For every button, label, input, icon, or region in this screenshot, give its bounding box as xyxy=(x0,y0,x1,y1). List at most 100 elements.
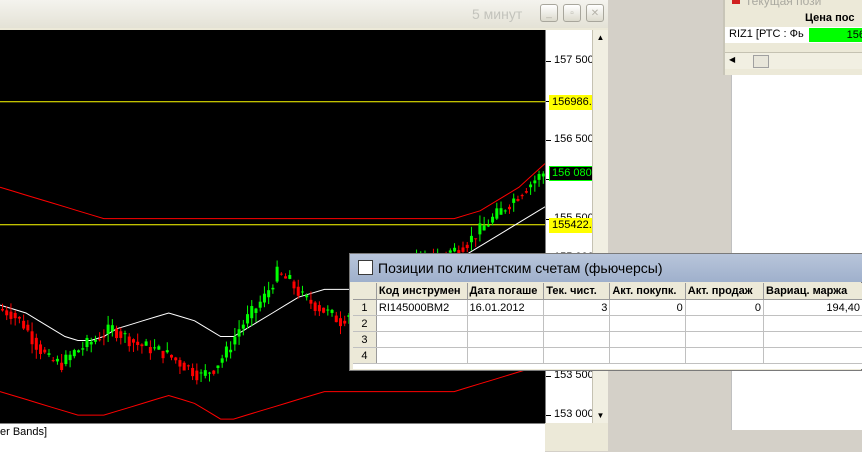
row-number: 1 xyxy=(353,299,377,316)
candle-body xyxy=(26,324,30,331)
active-buy-cell: 0 xyxy=(609,299,686,316)
candle-body xyxy=(237,329,241,337)
candle-body xyxy=(174,357,178,361)
axis-tick xyxy=(546,61,551,63)
candle-body xyxy=(216,365,220,368)
scroll-left-arrow-icon[interactable]: ◀ xyxy=(729,55,735,64)
candle-body xyxy=(529,184,533,188)
candle-body xyxy=(224,346,228,358)
candle-body xyxy=(503,210,507,212)
band-level-tag: 156986.8 xyxy=(549,94,593,110)
candle-body xyxy=(22,320,26,329)
candle-body xyxy=(486,225,490,227)
lower-band-line xyxy=(0,363,545,420)
candle-body xyxy=(313,302,317,311)
candle-body xyxy=(296,286,300,296)
quotes-window-title: Текущая пози xyxy=(745,0,822,8)
table-row[interactable]: 3 xyxy=(353,331,862,348)
candle-body xyxy=(17,316,21,319)
column-header[interactable]: Акт. покупк. xyxy=(609,283,686,300)
net-position-cell: 3 xyxy=(543,299,611,316)
candle-body xyxy=(115,328,119,339)
table-row[interactable]: 4 xyxy=(353,347,862,364)
candle-body xyxy=(93,339,97,342)
column-header[interactable]: Вариац. маржа xyxy=(763,283,862,300)
candle-body xyxy=(524,191,528,193)
column-header[interactable]: Дата погаше xyxy=(467,283,545,300)
table-row[interactable]: 2 xyxy=(353,315,862,332)
column-header[interactable]: Код инструмен xyxy=(376,283,468,300)
candle-body xyxy=(220,358,224,363)
candle-body xyxy=(461,247,465,252)
candle-body xyxy=(119,331,123,338)
candle-body xyxy=(157,346,161,350)
quotes-horizontal-scrollbar[interactable]: ◀ xyxy=(725,52,862,69)
candle-body xyxy=(507,206,511,210)
axis-tick xyxy=(546,375,551,377)
positions-title-bar[interactable]: Позиции по клиентским счетам (фьючерсы) xyxy=(350,254,862,282)
price-column-header[interactable]: Цена пос xyxy=(805,12,854,24)
quote-row[interactable]: RIZ1 [РТС : Фь 156 xyxy=(725,27,862,43)
upper-band-line xyxy=(0,163,545,220)
column-header[interactable]: Акт. продаж xyxy=(685,283,765,300)
candle-body xyxy=(127,336,131,347)
row-number: 4 xyxy=(353,347,377,364)
axis-tick xyxy=(546,140,551,142)
chart-window: 5 минут _ ▫ ✕ 157 500157 000156 500156 0… xyxy=(0,0,608,452)
scroll-up-arrow-icon[interactable]: ▲ xyxy=(593,30,608,45)
close-button[interactable]: ✕ xyxy=(586,4,604,22)
candle-body xyxy=(77,350,81,353)
scroll-thumb[interactable] xyxy=(753,55,769,68)
candle-body xyxy=(195,370,199,381)
candle-body xyxy=(512,198,516,203)
positions-grid: Код инструмен Дата погаше Тек. чист. Акт… xyxy=(353,283,862,369)
axis-tick-label: 157 500 xyxy=(554,54,593,67)
axis-tick xyxy=(546,415,551,417)
candle-body xyxy=(43,349,47,353)
candle-body xyxy=(262,293,266,303)
candle-body xyxy=(267,290,271,298)
candle-body xyxy=(275,266,279,282)
candle-body xyxy=(482,225,486,231)
chart-window-title: 5 минут xyxy=(472,6,523,22)
candle-body xyxy=(98,339,102,341)
candle-body xyxy=(55,358,59,362)
candle-body xyxy=(72,350,76,357)
quotes-window: Текущая пози Цена пос RIZ1 [РТС : Фь 156… xyxy=(723,0,862,75)
candle-body xyxy=(334,315,338,323)
positions-window: Позиции по клиентским счетам (фьючерсы) … xyxy=(349,253,862,371)
candle-body xyxy=(13,312,17,319)
candle-body xyxy=(182,362,186,371)
axis-tick-label: 156 500 xyxy=(554,133,593,146)
row-number: 2 xyxy=(353,315,377,332)
candle-body xyxy=(1,309,4,311)
window-red-icon xyxy=(732,0,740,4)
candle-body xyxy=(254,308,258,313)
candle-body xyxy=(279,273,283,275)
restore-button[interactable]: ▫ xyxy=(563,4,581,22)
indicator-legend-bar: er Bands] xyxy=(0,423,545,452)
candle-body xyxy=(106,324,110,334)
candle-body xyxy=(229,349,233,353)
candle-body xyxy=(208,372,212,374)
candle-body xyxy=(165,350,169,353)
candle-body xyxy=(169,354,173,358)
candle-body xyxy=(453,247,457,252)
axis-tick-label: 153 000 xyxy=(554,408,593,421)
candle-body xyxy=(465,244,469,249)
header-row: Код инструмен Дата погаше Тек. чист. Акт… xyxy=(353,283,862,300)
scroll-down-arrow-icon[interactable]: ▼ xyxy=(593,408,608,423)
row-number: 3 xyxy=(353,331,377,348)
candle-body xyxy=(131,339,135,343)
corner-cell xyxy=(353,283,377,300)
chart-title-bar[interactable]: 5 минут _ ▫ ✕ xyxy=(0,0,608,28)
column-header[interactable]: Тек. чист. xyxy=(543,283,611,300)
minimize-button[interactable]: _ xyxy=(540,4,558,22)
candle-body xyxy=(68,354,72,361)
variation-margin-cell: 194,40 xyxy=(763,299,862,316)
last-price-cell: 156 xyxy=(809,28,862,42)
candle-body xyxy=(161,350,165,359)
expiry-date-cell: 16.01.2012 xyxy=(467,299,545,316)
candle-body xyxy=(330,309,334,313)
table-row[interactable]: 1 RI145000BM2 16.01.2012 3 0 0 194,40 xyxy=(353,299,862,316)
